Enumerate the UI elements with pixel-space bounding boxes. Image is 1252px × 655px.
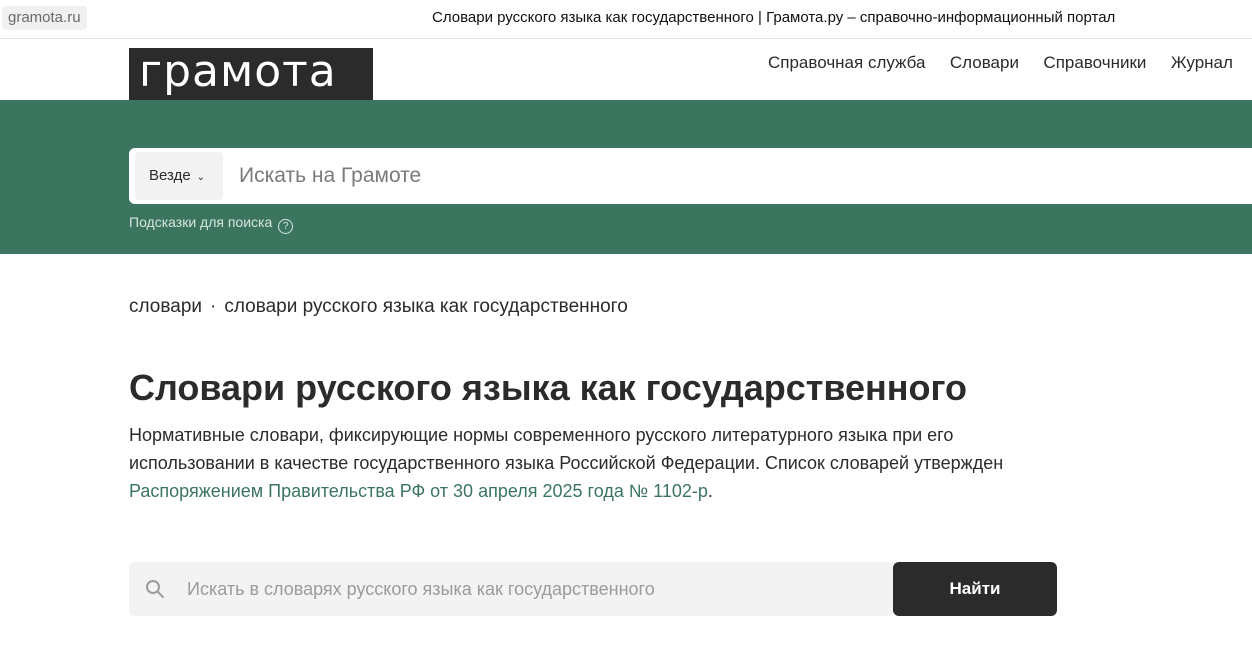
breadcrumb-separator: · bbox=[210, 296, 217, 317]
breadcrumb-current: словари русского языка как государственн… bbox=[224, 296, 628, 317]
search-icon bbox=[146, 580, 164, 598]
page-description: Нормативные словари, фиксирующие нормы с… bbox=[129, 421, 1059, 505]
description-end: . bbox=[707, 481, 713, 501]
page-title: Словари русского языка как государственн… bbox=[129, 367, 968, 408]
search-band: Везде ⌄ Подсказки для поиска? bbox=[0, 100, 1252, 254]
nav-journal[interactable]: Журнал bbox=[1171, 53, 1233, 73]
nav-dictionaries[interactable]: Словари bbox=[950, 53, 1019, 73]
nav-reference-books[interactable]: Справочники bbox=[1043, 53, 1146, 73]
search-scope-dropdown[interactable]: Везде ⌄ bbox=[135, 152, 223, 200]
search-hints-link[interactable]: Подсказки для поиска? bbox=[129, 213, 294, 234]
browser-bar: gramota.ru Словари русского языка как го… bbox=[0, 0, 1252, 39]
site-logo[interactable]: грамота bbox=[129, 48, 373, 100]
breadcrumb: словари · словари русского языка как госуд… bbox=[129, 296, 628, 318]
description-text: Нормативные словари, фиксирующие нормы с… bbox=[129, 425, 1004, 473]
search-scope-label: Везде bbox=[149, 167, 191, 184]
dictionary-search-bar bbox=[129, 562, 893, 616]
site-search-input[interactable] bbox=[239, 148, 1239, 204]
site-search-bar: Везде ⌄ bbox=[129, 148, 1252, 204]
main-nav: Справочная служба Словари Справочники Жу… bbox=[768, 53, 1252, 73]
window-title: Словари русского языка как государственн… bbox=[432, 9, 1116, 26]
decree-link[interactable]: Распоряжением Правительства РФ от 30 апр… bbox=[129, 481, 708, 501]
url-domain[interactable]: gramota.ru bbox=[2, 6, 87, 30]
dictionary-search-input[interactable] bbox=[187, 562, 877, 616]
nav-help-service[interactable]: Справочная служба bbox=[768, 53, 925, 73]
search-hints-label: Подсказки для поиска bbox=[129, 214, 273, 230]
breadcrumb-dictionaries[interactable]: словари bbox=[129, 296, 202, 317]
question-circle-icon: ? bbox=[278, 219, 294, 234]
find-button[interactable]: Найти bbox=[893, 562, 1057, 616]
chevron-down-icon: ⌄ bbox=[196, 172, 206, 183]
site-header: грамота Справочная служба Словари Справо… bbox=[0, 39, 1252, 100]
